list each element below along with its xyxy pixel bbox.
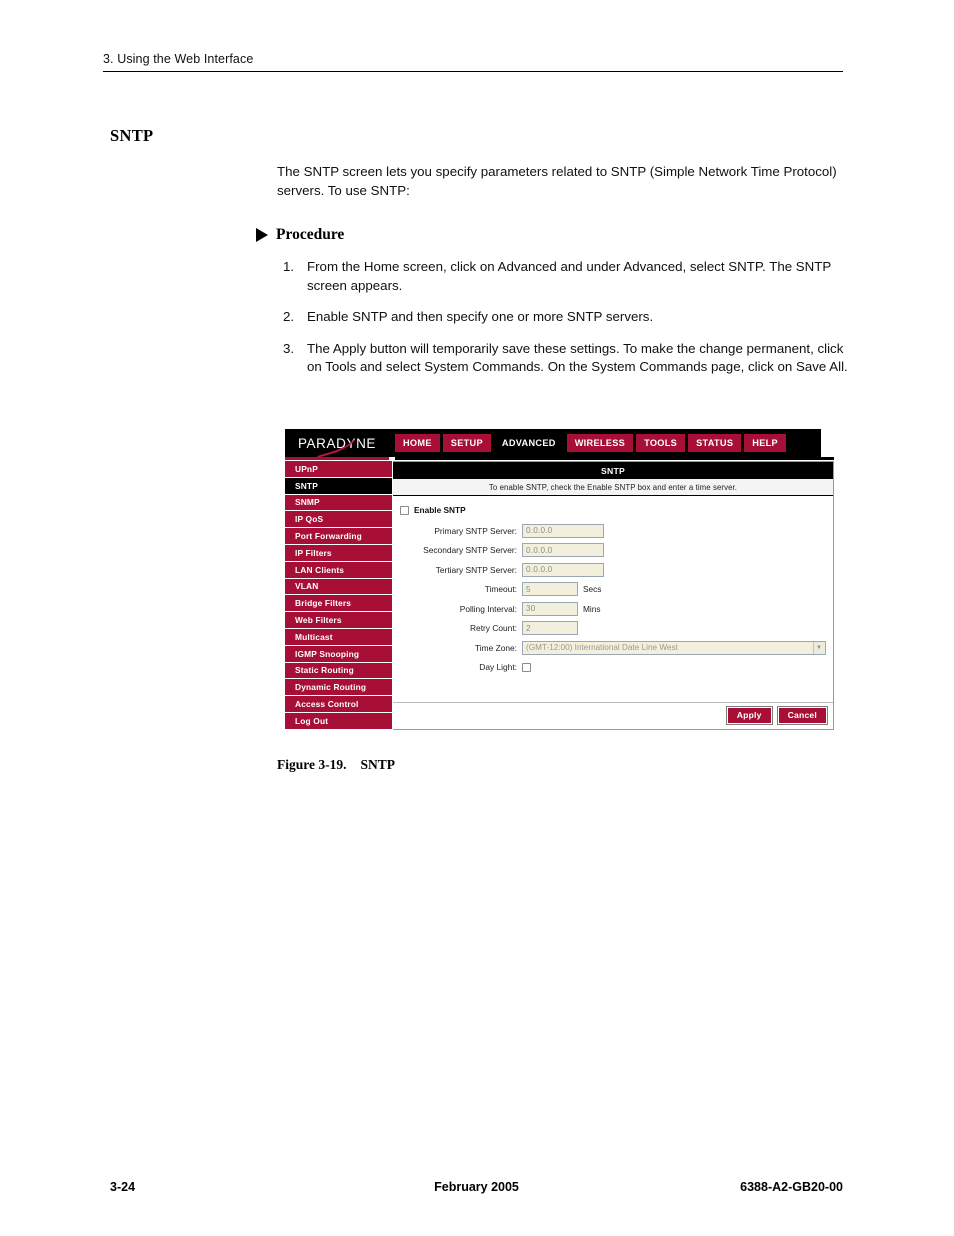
retry-count-label: Retry Count: [469, 623, 517, 633]
tab-status[interactable]: STATUS [688, 434, 742, 452]
sidebar-item-port-forwarding[interactable]: Port Forwarding [285, 528, 392, 545]
header-divider [103, 71, 843, 72]
step-number: 3. [283, 340, 295, 356]
underline-dark-segment [395, 457, 834, 460]
chapter-title: 3. Using the Web Interface [103, 52, 254, 66]
page-footer: 3-24 February 2005 6388-A2-GB20-00 [110, 1180, 843, 1194]
day-light-label: Day Light: [479, 662, 517, 672]
step-text: Enable SNTP and then specify one or more… [307, 309, 654, 324]
field-row-polling-interval: Polling Interval: 30 Mins [400, 601, 833, 616]
tab-wireless[interactable]: WIRELESS [566, 434, 634, 452]
field-row-day-light: Day Light: [400, 660, 833, 675]
day-light-checkbox[interactable] [522, 662, 531, 672]
figure-caption: Figure 3-19. SNTP [277, 757, 395, 773]
procedure-label: Procedure [276, 226, 345, 243]
chevron-down-icon[interactable]: ▼ [813, 641, 824, 654]
router-ui-figure: PARADYNE HOME SETUP ADVANCED WIRELESS TO… [285, 429, 834, 730]
tertiary-server-label: Tertiary SNTP Server: [435, 564, 517, 575]
router-sidebar: UPnP SNTP SNMP IP QoS Port Forwarding IP… [285, 461, 393, 730]
underline-brand-segment [285, 457, 389, 460]
sidebar-item-access-control[interactable]: Access Control [285, 696, 392, 713]
sidebar-item-snmp[interactable]: SNMP [285, 494, 392, 512]
tab-setup[interactable]: SETUP [442, 434, 491, 452]
time-zone-select[interactable]: (GMT-12:00) International Date Line West… [522, 640, 826, 655]
tab-tools[interactable]: TOOLS [636, 434, 686, 452]
sidebar-item-bridge-filters[interactable]: Bridge Filters [285, 595, 392, 613]
nav-tab-list: HOME SETUP ADVANCED WIRELESS TOOLS STATU… [389, 434, 786, 452]
field-row-tertiary-server: Tertiary SNTP Server: 0.0.0.0 [400, 562, 833, 577]
triangle-marker-icon [256, 228, 268, 242]
page-header: 3. Using the Web Interface [103, 52, 843, 72]
polling-interval-label: Polling Interval: [459, 603, 517, 614]
list-item: 1. From the Home screen, click on Advanc… [283, 258, 853, 295]
procedure-steps: 1. From the Home screen, click on Advanc… [283, 258, 853, 390]
secondary-server-label: Secondary SNTP Server: [423, 545, 517, 555]
page-number: 3-24 [110, 1180, 136, 1194]
step-number: 2. [283, 309, 295, 324]
secondary-server-input[interactable]: 0.0.0.0 [522, 543, 604, 557]
enable-sntp-label: Enable SNTP [414, 505, 466, 515]
field-row-secondary-server: Secondary SNTP Server: 0.0.0.0 [400, 543, 833, 558]
timeout-label: Timeout: [484, 584, 517, 594]
tab-advanced[interactable]: ADVANCED [493, 434, 564, 452]
cancel-button[interactable]: Cancel [776, 705, 829, 725]
router-content-panel: SNTP To enable SNTP, check the Enable SN… [393, 461, 834, 730]
enable-sntp-row[interactable]: Enable SNTP [400, 505, 833, 515]
sidebar-item-dynamic-routing[interactable]: Dynamic Routing [285, 679, 392, 697]
form-button-bar: Apply Cancel [393, 701, 833, 729]
sidebar-item-ip-filters[interactable]: IP Filters [285, 544, 392, 562]
step-text: From the Home screen, click on Advanced … [307, 259, 832, 293]
step-text: The Apply button will temporarily save t… [307, 340, 848, 375]
sidebar-item-ip-qos[interactable]: IP QoS [285, 511, 392, 529]
sidebar-item-igmp-snooping[interactable]: IGMP Snooping [285, 645, 392, 663]
primary-server-label: Primary SNTP Server: [434, 525, 517, 536]
sidebar-item-lan-clients[interactable]: LAN Clients [285, 561, 392, 579]
enable-sntp-checkbox[interactable] [400, 505, 409, 515]
timeout-input[interactable]: 5 [522, 582, 578, 596]
page-title: SNTP [110, 126, 154, 145]
retry-count-input[interactable]: 2 [522, 621, 578, 635]
sntp-form: Enable SNTP Primary SNTP Server: 0.0.0.0… [393, 496, 833, 702]
procedure-heading: Procedure [256, 226, 344, 244]
sidebar-item-sntp[interactable]: SNTP [285, 477, 392, 495]
logo-text: PARADYNE [297, 435, 377, 451]
apply-button[interactable]: Apply [725, 705, 773, 725]
sidebar-item-upnp[interactable]: UPnP [285, 461, 392, 478]
timeout-unit: Secs [583, 584, 602, 594]
footer-date: February 2005 [434, 1180, 519, 1194]
tertiary-server-input[interactable]: 0.0.0.0 [522, 562, 604, 577]
time-zone-selected-value: (GMT-12:00) International Date Line West [526, 643, 678, 652]
footer-doc-number: 6388-A2-GB20-00 [740, 1180, 843, 1194]
figure-number: Figure 3-19. [277, 757, 347, 772]
tab-home[interactable]: HOME [395, 434, 440, 452]
router-top-navbar: PARADYNE HOME SETUP ADVANCED WIRELESS TO… [285, 429, 821, 457]
list-item: 2. Enable SNTP and then specify one or m… [283, 308, 853, 327]
step-number: 1. [283, 259, 295, 274]
time-zone-label: Time Zone: [474, 642, 517, 653]
polling-interval-input[interactable]: 30 [522, 601, 578, 616]
sidebar-item-static-routing[interactable]: Static Routing [285, 662, 392, 680]
sidebar-item-web-filters[interactable]: Web Filters [285, 612, 392, 629]
sidebar-item-multicast[interactable]: Multicast [285, 628, 392, 646]
figure-title: SNTP [360, 757, 396, 772]
polling-interval-unit: Mins [583, 603, 601, 614]
field-row-retry-count: Retry Count: 2 [400, 621, 833, 636]
paradyne-logo: PARADYNE [285, 429, 389, 457]
router-body: UPnP SNTP SNMP IP QoS Port Forwarding IP… [285, 461, 834, 730]
intro-paragraph: The SNTP screen lets you specify paramet… [277, 164, 837, 198]
field-row-primary-server: Primary SNTP Server: 0.0.0.0 [400, 523, 833, 538]
field-row-time-zone: Time Zone: (GMT-12:00) International Dat… [400, 640, 833, 655]
sidebar-item-log-out[interactable]: Log Out [285, 712, 392, 730]
tab-help[interactable]: HELP [744, 434, 786, 452]
sidebar-item-vlan[interactable]: VLAN [285, 578, 392, 596]
panel-title: SNTP [393, 462, 833, 479]
panel-description: To enable SNTP, check the Enable SNTP bo… [393, 479, 833, 496]
field-row-timeout: Timeout: 5 Secs [400, 582, 833, 597]
list-item: 3. The Apply button will temporarily sav… [283, 340, 853, 377]
primary-server-input[interactable]: 0.0.0.0 [522, 523, 604, 538]
